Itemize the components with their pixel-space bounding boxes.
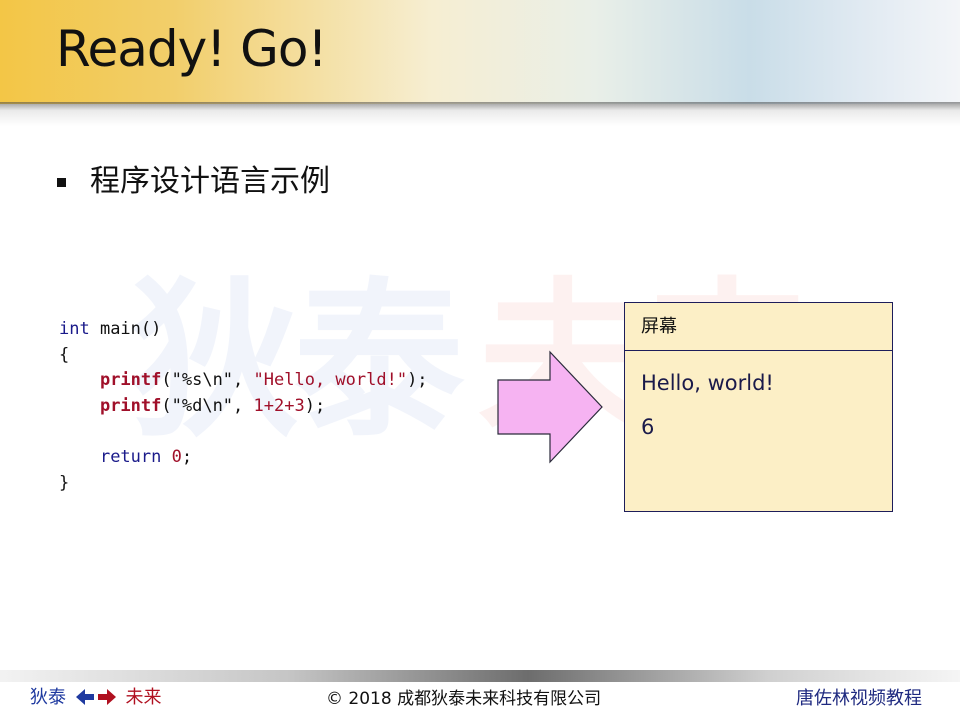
code-text: , [233, 370, 254, 391]
square-bullet-icon [57, 178, 66, 187]
code-string: "Hello, world!" [253, 370, 408, 391]
code-block: int main() { printf("%s\n", "Hello, worl… [59, 317, 428, 496]
code-text: "%d\n" [171, 395, 234, 416]
footer-author: 唐佐林视频教程 [796, 688, 922, 709]
slide-title: Ready! Go! [56, 20, 328, 78]
code-text: ; [181, 446, 193, 467]
footer-brand-left: 狄泰 [30, 687, 66, 708]
header-shadow [0, 102, 960, 126]
code-text: ); [304, 395, 326, 416]
screen-output-line: 6 [641, 415, 655, 439]
code-text: main() [89, 319, 162, 339]
code-number: 0 [171, 446, 182, 467]
footer-shadow [0, 670, 960, 682]
code-text: "%s\n" [171, 370, 234, 391]
code-text: { [59, 344, 70, 365]
code-function: printf [99, 395, 162, 416]
right-arrow-icon [497, 350, 603, 464]
code-text: ); [407, 370, 428, 391]
code-keyword: return [99, 446, 162, 467]
screen-divider [625, 350, 892, 351]
code-number: 1+2+3 [253, 395, 305, 416]
code-text: , [233, 395, 254, 416]
screen-output-line: Hello, world! [641, 371, 774, 395]
code-text: } [59, 472, 70, 493]
footer-brand-right: 未来 [125, 687, 162, 708]
footer-brand: 狄泰 未来 [30, 686, 161, 710]
code-keyword: int [59, 319, 90, 339]
code-text: ( [161, 395, 172, 416]
screen-title: 屏幕 [641, 316, 677, 337]
footer-copyright: © 2018 成都狄泰未来科技有限公司 [326, 689, 602, 709]
code-function: printf [99, 370, 162, 391]
left-right-arrows-icon [75, 689, 116, 705]
code-text: ( [161, 370, 172, 391]
screen-output-panel: 屏幕 Hello, world! 6 [624, 302, 893, 512]
bullet-text: 程序设计语言示例 [90, 164, 330, 199]
